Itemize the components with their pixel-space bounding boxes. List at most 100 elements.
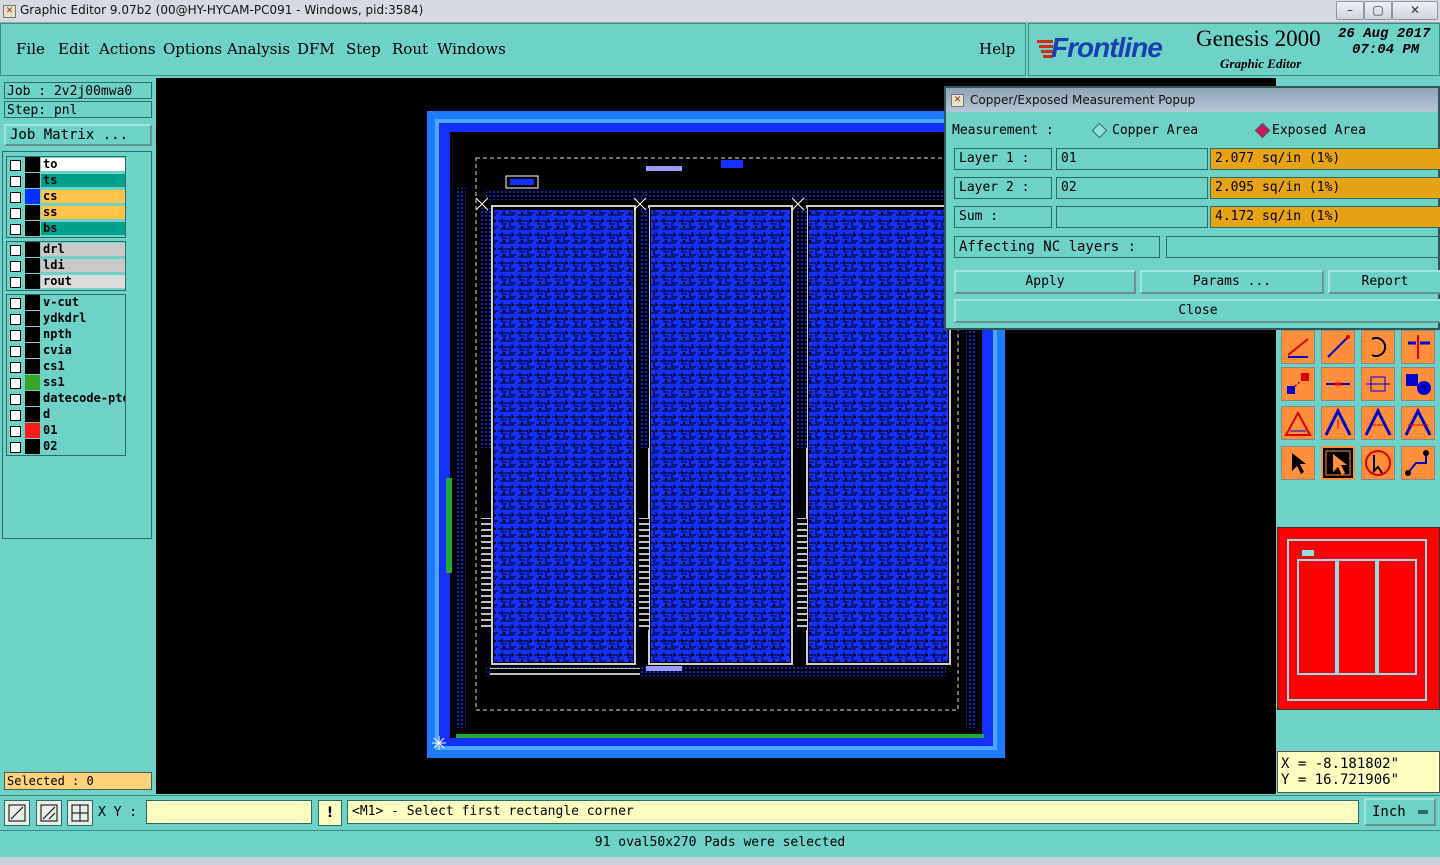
menu-actions[interactable]: Actions <box>99 40 155 58</box>
layer-checkbox[interactable] <box>10 176 21 187</box>
layer-name[interactable]: to <box>41 158 125 171</box>
copper-area-radio[interactable] <box>1091 122 1108 139</box>
arc-mid-icon[interactable] <box>1361 406 1395 440</box>
layer-row[interactable]: d <box>7 407 125 423</box>
layer-row[interactable]: rout <box>7 274 125 290</box>
shapes-icon[interactable] <box>1401 367 1435 401</box>
close-button[interactable]: Close <box>954 299 1440 323</box>
split-line-icon[interactable] <box>1321 367 1355 401</box>
layer-checkbox[interactable] <box>10 208 21 219</box>
layer-row[interactable]: ldi <box>7 258 125 274</box>
grid-icon[interactable] <box>67 800 93 826</box>
undo-icon[interactable] <box>1361 330 1395 364</box>
layer-row[interactable]: 02 <box>7 439 125 455</box>
maximize-button[interactable]: ▢ <box>1364 1 1392 20</box>
layer-name[interactable]: rout <box>41 275 125 288</box>
affecting-nc-input[interactable] <box>1166 236 1440 258</box>
apply-button[interactable]: Apply <box>954 270 1136 294</box>
menu-step[interactable]: Step <box>346 40 381 58</box>
measure-icon[interactable] <box>1361 367 1395 401</box>
menu-edit[interactable]: Edit <box>58 40 89 58</box>
menu-help[interactable]: Help <box>979 40 1015 58</box>
layer2-input[interactable]: 02 <box>1056 177 1208 199</box>
layer-row[interactable]: to <box>7 157 125 173</box>
select-box-icon[interactable] <box>1321 446 1355 480</box>
layer-name[interactable]: cs <box>41 190 125 203</box>
layer-name[interactable]: ss1 <box>41 376 125 389</box>
layer-checkbox[interactable] <box>10 277 21 288</box>
zoom-fit-icon[interactable] <box>36 800 62 826</box>
layer-checkbox[interactable] <box>10 192 21 203</box>
layer-row[interactable]: v-cut <box>7 295 125 311</box>
layer-checkbox[interactable] <box>10 261 21 272</box>
layer-row[interactable]: npth <box>7 327 125 343</box>
minimize-button[interactable]: – <box>1336 1 1364 20</box>
layer-name[interactable]: bs <box>41 222 125 235</box>
arc-tool-icon[interactable] <box>1281 406 1315 440</box>
layer-name[interactable]: v-cut <box>41 296 125 309</box>
route-line-icon[interactable] <box>1321 330 1355 364</box>
layer-name[interactable]: ydkdrl <box>41 312 125 325</box>
flip-icon[interactable] <box>1401 330 1435 364</box>
menu-analysis[interactable]: Analysis <box>227 40 290 58</box>
select-circle-icon[interactable] <box>1361 446 1395 480</box>
zoom-window-icon[interactable] <box>4 800 30 826</box>
layer-checkbox[interactable] <box>10 330 21 341</box>
arc-edit-icon[interactable] <box>1401 406 1435 440</box>
add-line-icon[interactable] <box>1281 330 1315 364</box>
layer-row[interactable]: ydkdrl <box>7 311 125 327</box>
layer-row[interactable]: cvia <box>7 343 125 359</box>
overview-minimap[interactable] <box>1277 527 1440 710</box>
layer-name[interactable]: datecode-pto <box>41 392 125 405</box>
layer-name[interactable]: ldi <box>41 259 125 272</box>
layer-row[interactable]: ts <box>7 173 125 189</box>
layer-name[interactable]: d <box>41 408 125 421</box>
units-dropdown[interactable]: Inch <box>1364 798 1436 826</box>
connect-icon[interactable] <box>1401 446 1435 480</box>
close-window-button[interactable]: ✕ <box>1392 1 1438 20</box>
xy-input[interactable] <box>146 800 312 824</box>
layer-name[interactable]: ss <box>41 206 125 219</box>
menu-rout[interactable]: Rout <box>392 40 428 58</box>
arc-up-icon[interactable] <box>1321 406 1355 440</box>
layer-checkbox[interactable] <box>10 298 21 309</box>
menu-file[interactable]: File <box>16 40 45 58</box>
exposed-area-label[interactable]: Exposed Area <box>1272 123 1366 138</box>
layer-row[interactable]: ss <box>7 205 125 221</box>
layer-checkbox[interactable] <box>10 362 21 373</box>
layer-name[interactable]: npth <box>41 328 125 341</box>
menu-dfm[interactable]: DFM <box>297 40 335 58</box>
layer-name[interactable]: cvia <box>41 344 125 357</box>
report-button[interactable]: Report <box>1328 270 1440 294</box>
layer-row[interactable]: datecode-pto <box>7 391 125 407</box>
layer-row[interactable]: ss1 <box>7 375 125 391</box>
move-icon[interactable] <box>1281 367 1315 401</box>
layer-row[interactable]: 01 <box>7 423 125 439</box>
layer-name[interactable]: ts <box>41 174 125 187</box>
layer-name[interactable]: drl <box>41 243 125 256</box>
alert-icon[interactable]: ! <box>318 800 342 826</box>
layer-name[interactable]: 01 <box>41 424 125 437</box>
layer-name[interactable]: 02 <box>41 440 125 453</box>
layer-row[interactable]: cs1 <box>7 359 125 375</box>
layer-checkbox[interactable] <box>10 160 21 171</box>
layer-checkbox[interactable] <box>10 442 21 453</box>
layer-name[interactable]: cs1 <box>41 360 125 373</box>
layer-checkbox[interactable] <box>10 346 21 357</box>
copper-area-label[interactable]: Copper Area <box>1112 123 1198 138</box>
layer-checkbox[interactable] <box>10 410 21 421</box>
layer1-input[interactable]: 01 <box>1056 148 1208 170</box>
layer-row[interactable]: drl <box>7 242 125 258</box>
menu-windows[interactable]: Windows <box>437 40 506 58</box>
layer-row[interactable]: cs <box>7 189 125 205</box>
layer-checkbox[interactable] <box>10 426 21 437</box>
layer-checkbox[interactable] <box>10 245 21 256</box>
job-matrix-button[interactable]: Job Matrix ... <box>4 124 152 146</box>
layer-checkbox[interactable] <box>10 378 21 389</box>
select-pointer-icon[interactable] <box>1281 446 1315 480</box>
layer-row[interactable]: bs <box>7 221 125 237</box>
exposed-area-radio[interactable] <box>1254 122 1271 139</box>
layer-checkbox[interactable] <box>10 224 21 235</box>
params-button[interactable]: Params ... <box>1140 270 1324 294</box>
layer-checkbox[interactable] <box>10 394 21 405</box>
